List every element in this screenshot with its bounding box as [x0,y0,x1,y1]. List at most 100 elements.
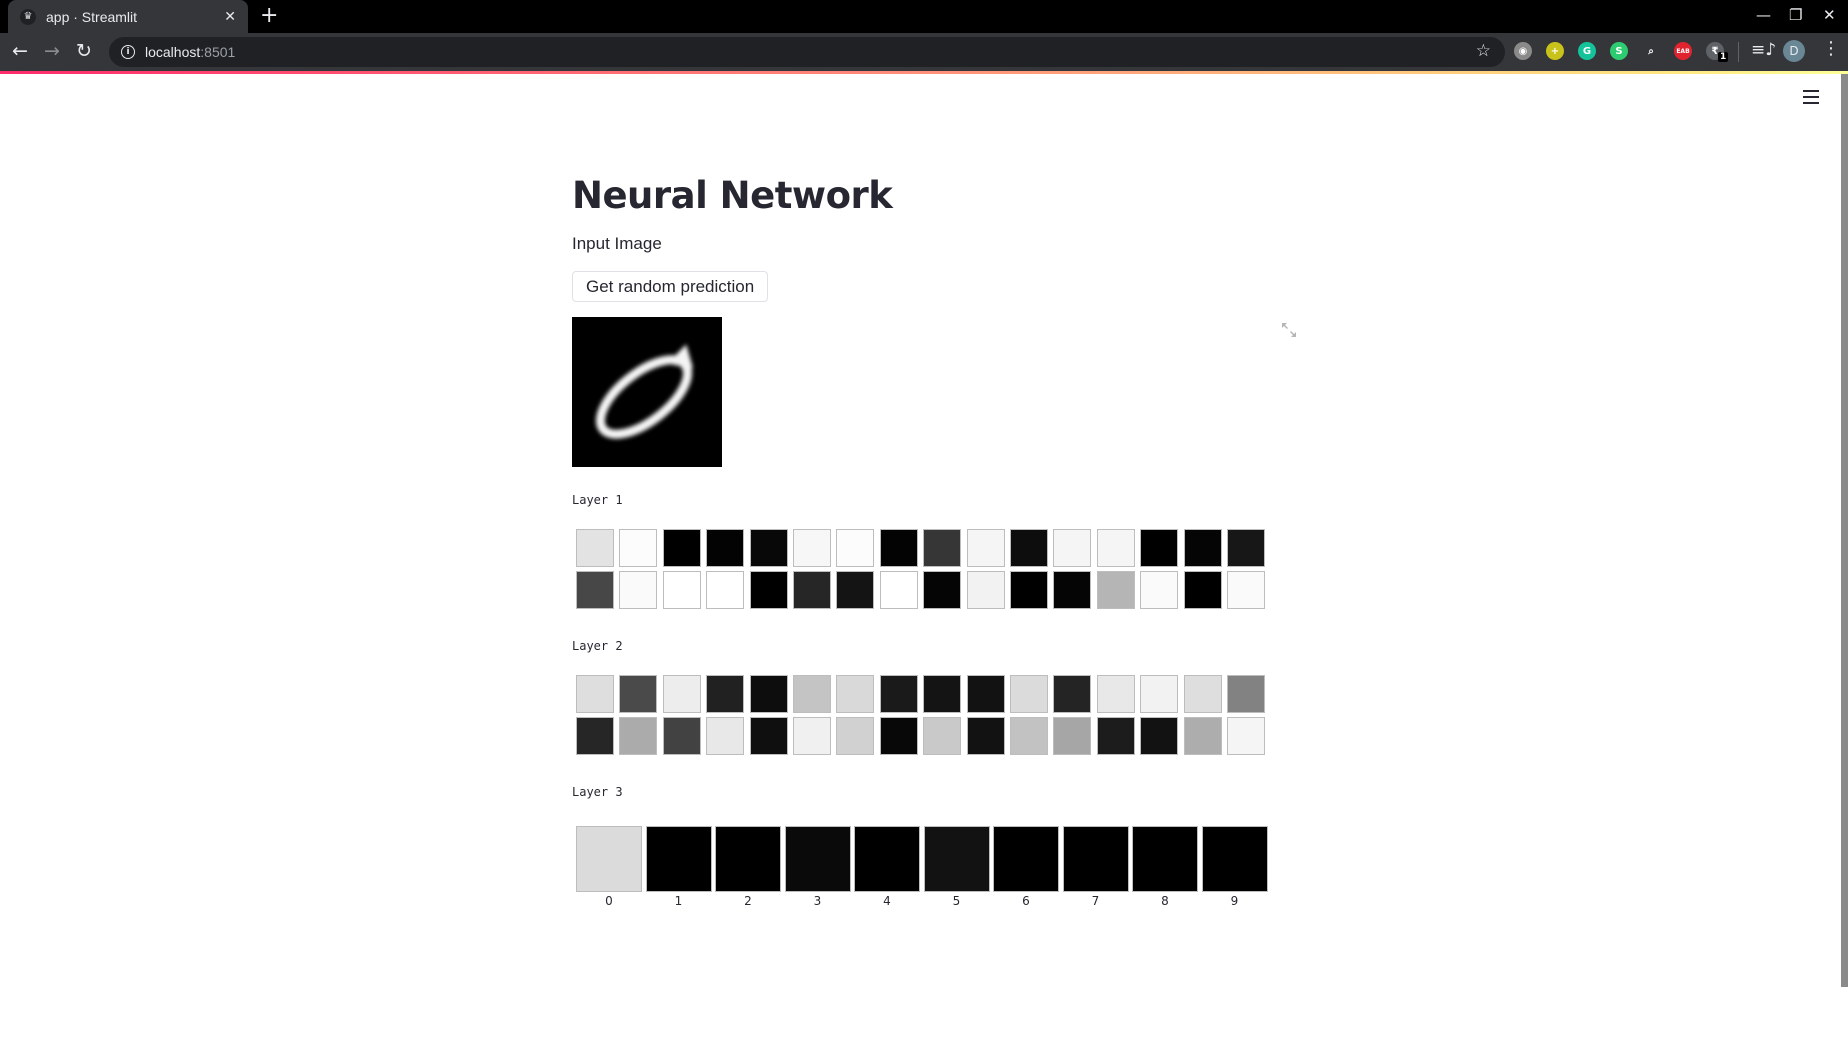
minimize-icon[interactable]: — [1756,6,1771,24]
input-digit-image [572,317,722,467]
scrollbar-thumb[interactable] [1841,74,1848,987]
layer-1-neuron [749,571,788,609]
layer-2-neuron [1140,717,1179,755]
output-neuron [993,826,1059,892]
output-class-label: 2 [744,894,752,908]
reload-icon[interactable]: ↻ [76,40,92,62]
output-class-label: 9 [1230,894,1239,908]
window-close-icon[interactable]: ✕ [1823,6,1836,24]
bookmark-star-icon[interactable]: ☆ [1476,41,1491,61]
profile-avatar[interactable]: D [1783,40,1805,62]
layer-2-neuron [706,717,745,755]
output-neuron [1201,826,1268,892]
layer-2-neuron [1010,675,1048,713]
output-class-label: 8 [1161,894,1169,908]
main-menu-icon[interactable] [1803,90,1819,104]
layer-1-neuron [793,529,831,567]
layer-2-neuron [1183,717,1222,755]
layer-2-neuron [923,675,962,713]
forward-icon[interactable]: → [44,40,60,62]
layer-1-neuron [619,529,658,567]
output-neuron [715,826,781,892]
output-class-label: 5 [952,894,961,908]
media-control-icon[interactable]: ≡♪ [1751,40,1776,60]
layer-1-neuron [1140,529,1179,567]
streamlit-crown-icon: ♛ [20,8,36,25]
layer-1-neuron [923,529,962,567]
layer-2-neuron [1183,675,1222,713]
layer-2-neuron [576,717,614,755]
layer-2-neuron [749,675,788,713]
fullscreen-expand-icon[interactable] [1280,321,1298,339]
eab-extension-icon[interactable]: EAB [1674,42,1692,60]
tab-title: app · Streamlit [46,8,138,25]
browser-tab-strip: ♛ app · Streamlit ✕ + — ❐ ✕ [0,0,1848,33]
output-class-label: 0 [605,894,613,908]
output-class-label: 7 [1091,894,1100,908]
s-extension-icon[interactable]: S [1610,42,1628,60]
layer-2-neuron [923,717,962,755]
layer-2-neuron [619,717,658,755]
restore-icon[interactable]: ❐ [1789,6,1802,24]
layer-1-neuron [1096,529,1135,567]
layer-1-neuron [966,571,1005,609]
output-class-label: 3 [813,894,822,908]
layer-2-neuron [576,675,614,713]
layer-2-neuron [619,675,658,713]
grammarly-extension-icon[interactable]: G [1578,42,1596,60]
output-neuron [645,826,712,892]
browser-toolbar: ← → ↻ i localhost:8501 ☆ ◉ + G S ⌕ EAB ₹1 ≡♪ D… [0,33,1848,71]
layer-2-neuron [1096,675,1135,713]
layer-2-neuron [1053,717,1092,755]
output-neuron [854,826,920,892]
new-tab-icon[interactable]: + [260,4,278,28]
layer-1-neuron [1183,529,1222,567]
rupee-extension-icon[interactable]: ₹1 [1706,42,1729,62]
back-icon[interactable]: ← [12,40,28,62]
layer-2-neuron [662,675,701,713]
layer-2-neuron [879,717,918,755]
page-title: Neural Network [572,174,893,217]
layer-1-neuron [966,529,1005,567]
output-neuron [1132,826,1198,892]
layer-1-neuron [793,571,831,609]
layer-1-neuron [1096,571,1135,609]
address-bar[interactable]: i localhost:8501 ☆ [109,37,1505,67]
output-neuron [784,826,851,892]
browser-tab[interactable]: ♛ app · Streamlit ✕ [8,0,248,33]
extension-badge: 1 [1718,52,1729,62]
layer-1-neuron [619,571,658,609]
output-neuron [1062,826,1129,892]
layer-2-neuron [1010,717,1048,755]
layer-1-neuron [1227,571,1265,609]
layer-3-label: Layer 3 [572,785,623,799]
output-neuron [923,826,990,892]
input-image-label: Input Image [572,234,662,253]
browser-menu-icon[interactable]: ⋮ [1822,38,1840,59]
layer-2-neuron [749,717,788,755]
layer-1-neuron [1183,571,1222,609]
layer-1-neuron [576,571,614,609]
layer-1-neuron [879,529,918,567]
layer-2-neuron [1096,717,1135,755]
get-random-prediction-button[interactable]: Get random prediction [572,271,769,302]
layer-2-neuron [793,717,831,755]
yellow-plus-extension-icon[interactable]: + [1546,42,1564,60]
layer-2-neuron [1140,675,1179,713]
site-info-icon[interactable]: i [121,45,135,59]
output-neuron [576,826,642,892]
layer-2-neuron [966,717,1005,755]
page-scrollbar[interactable] [1841,74,1848,1053]
output-class-label: 4 [883,894,891,908]
layer-1-neuron [836,571,875,609]
camera-extension-icon[interactable]: ◉ [1514,42,1532,60]
toolbar-divider [1738,42,1739,62]
layer-2-neuron [836,717,875,755]
layer-1-neuron [1140,571,1179,609]
layer-1-neuron [706,529,745,567]
layer-2-neuron [706,675,745,713]
search-page-extension-icon[interactable]: ⌕ [1642,42,1660,60]
layer-1-label: Layer 1 [572,493,623,507]
close-tab-icon[interactable]: ✕ [224,9,236,25]
layer-1-neuron [1227,529,1265,567]
